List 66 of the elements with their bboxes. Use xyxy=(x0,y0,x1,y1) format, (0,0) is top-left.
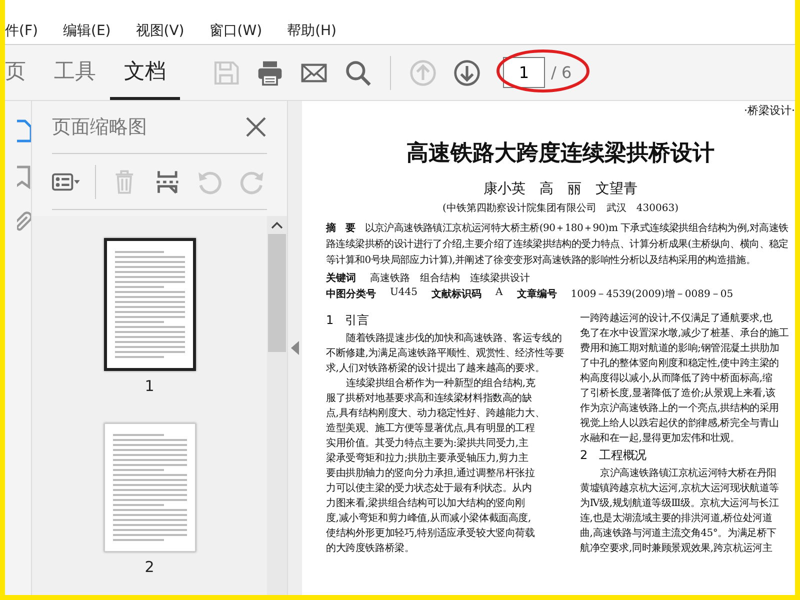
text-line: 度,减小弯矩和剪力峰值,从而减小梁体截面高度, xyxy=(326,512,532,526)
text-line: 航净空要求,同时兼顾景观效果,跨京杭运河主 xyxy=(580,542,774,556)
text-line: 连续梁拱组合桥作为一种新型的组合结构,克 xyxy=(345,376,536,391)
page-count: / 6 xyxy=(551,63,572,82)
field-value: A xyxy=(496,287,503,300)
text-line: 了引桥长度,显著降低了造价;从景观上来看,该 xyxy=(580,386,776,401)
menu-item[interactable]: 窗口(W) xyxy=(209,22,276,40)
text-line: 水融和在一起,显得更加宏伟和壮观。 xyxy=(580,432,741,446)
text-line: 作为京沪高速铁路上的一个亮点,拱结构的采用 xyxy=(580,402,780,416)
close-icon[interactable] xyxy=(245,116,267,138)
text-line: 曲,高速铁路与河道主流交角45°。为满足桥下 xyxy=(580,526,778,541)
field-value: U445 xyxy=(390,287,418,300)
scroll-up-icon[interactable] xyxy=(271,220,283,230)
text-line: 求,人们对铁路桥梁的设计提出了越来越高的要求。 xyxy=(326,362,546,376)
text-line: 构高度得以减小,从而降低了跨中桥面标高,缩 xyxy=(580,372,774,386)
article-title: 高速铁路大跨度连续梁拱桥设计 xyxy=(406,140,716,168)
text-line: 了中孔的整体竖向刚度和稳定性,使中跨主梁的 xyxy=(580,356,780,371)
text-line: 随着铁路提速步伐的加快和高速铁路、客运专线的 xyxy=(345,332,563,346)
field-value: 1009－4539(2009)增－0089－05 xyxy=(570,288,734,301)
text-line: 力可以使主梁的受力状态处于最有利状态。从内 xyxy=(326,482,533,496)
text-line: 免了在水中设置深水墩,减少了桩基、承台的施工 xyxy=(580,326,789,341)
search-icon[interactable] xyxy=(344,58,372,86)
field-label: 中图分类号 xyxy=(326,288,376,301)
text-line: 费用和施工期对航道的影响;钢管混凝土拱肋加 xyxy=(580,342,780,356)
section-heading: 1 引言 xyxy=(326,312,370,329)
text-line: 为Ⅳ级,规划航道等级Ⅲ级。京杭大运河与长江 xyxy=(580,496,780,511)
affiliation: (中铁第四勘察设计院集团有限公司 武汉 430063) xyxy=(442,202,680,215)
text-line: 梁承受弯矩和拉力;拱肋主要承受轴压力,剪力主 xyxy=(326,452,530,466)
author-names: 康小英 高 丽 文望青 xyxy=(482,180,638,198)
page-thumbnail[interactable] xyxy=(104,238,196,371)
collapse-arrow-icon[interactable] xyxy=(291,341,299,355)
tab[interactable]: 页 xyxy=(5,45,40,100)
field-label: 文献标识码 xyxy=(432,288,482,301)
text-line: 造型美观、施工方便等显著优点,具有明显的工程 xyxy=(326,422,536,436)
text-line: 的大跨度铁路桥梁。 xyxy=(326,542,416,556)
abstract-paragraph: 摘 要 以京沪高速铁路镇江京杭运河特大桥主桥(90＋180＋90)m 下承式连续梁拱组合结构为例,对高速铁路连续梁拱桥的设计进行了介绍,主要介绍了连续梁拱结构的受力特点、计算分析成果(主桥纵向、横向、稳定等计算和0号块局部应力计算),并阐述了徐变变形对高速铁路的影响性分析以及结构采用的构造措施。 xyxy=(326,221,790,268)
text-line: 连,也是太湖流域主要的排洪河道,桥位处河道 xyxy=(580,512,774,526)
page-number: 2 xyxy=(144,558,154,576)
text-line: 不断修建,为满足高速铁路平顺性、观赏性、经济性等要 xyxy=(326,346,566,361)
section-label: ·桥梁设计· xyxy=(743,103,795,118)
text-line: 一跨跨越运河的设计,不仅满足了通航要求,也 xyxy=(580,312,774,326)
text-line: 京沪高速铁路镇江京杭运河特大桥在丹阳 xyxy=(599,466,778,481)
page-number: 1 xyxy=(144,377,154,395)
menu-item[interactable]: 视图(V) xyxy=(136,22,198,40)
menu-item[interactable]: 件(F) xyxy=(5,22,51,40)
keywords-label: 关键词 xyxy=(326,272,356,285)
text-line: 要由拱肋轴力的竖向分力承担,通过调整吊杆张拉 xyxy=(326,466,536,481)
section-heading: 2 工程概况 xyxy=(580,447,648,464)
text-line: 力图来看,梁拱组合结构可以加大结构的竖向刚 xyxy=(326,496,526,511)
text-line: 点,具有结构刚度大、动力稳定性好、跨越能力大、 xyxy=(326,406,546,421)
text-line: 视觉上给人以跌宕起伏的韵律感,桥完全与青山 xyxy=(580,416,780,431)
menu-item[interactable]: 帮助(H) xyxy=(287,22,350,40)
tab[interactable]: 工具 xyxy=(40,45,110,100)
keywords: 高速铁路 组合结构 连续梁拱设计 xyxy=(370,272,530,285)
panel-title: 页面缩略图 xyxy=(52,115,147,140)
scrollbar[interactable] xyxy=(267,216,287,595)
text-line: 服了拱桥对地基要求高和连续梁材料指数高的缺 xyxy=(326,392,533,406)
text-line: 使结构外形更加轻巧,特别适应承受较大竖向荷载 xyxy=(326,526,536,541)
page-icon[interactable] xyxy=(17,119,31,143)
printer-icon[interactable] xyxy=(256,58,284,86)
text-line: 实用价值。其受力特点主要为:梁拱共同受力,主 xyxy=(326,436,530,451)
text-line: 黄墟镇跨越京杭大运河,京杭大运河现状航道等 xyxy=(580,482,780,496)
page-number-field[interactable]: 1 xyxy=(503,57,545,88)
field-label: 文章编号 xyxy=(516,287,557,301)
menu-item[interactable]: 编辑(E) xyxy=(62,22,124,40)
bookmark-icon[interactable] xyxy=(17,165,31,189)
